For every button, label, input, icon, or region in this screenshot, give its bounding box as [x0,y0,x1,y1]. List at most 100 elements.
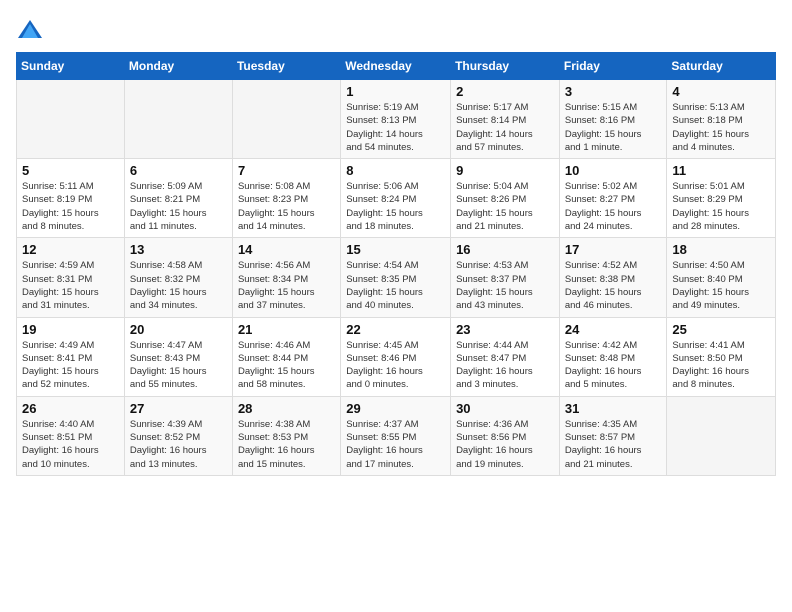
header-cell-saturday: Saturday [667,53,776,80]
header-cell-wednesday: Wednesday [341,53,451,80]
day-number: 8 [346,163,445,178]
day-detail: Sunrise: 4:49 AMSunset: 8:41 PMDaylight:… [22,339,119,392]
week-row-3: 12Sunrise: 4:59 AMSunset: 8:31 PMDayligh… [17,238,776,317]
day-number: 15 [346,242,445,257]
day-number: 13 [130,242,227,257]
day-cell: 11 Sunrise: 5:01 AMSunset: 8:29 PMDayligh… [667,159,776,238]
day-number: 29 [346,401,445,416]
day-cell: 8 Sunrise: 5:06 AMSunset: 8:24 PMDaylight… [341,159,451,238]
day-cell: 22 Sunrise: 4:45 AMSunset: 8:46 PMDayligh… [341,317,451,396]
day-detail: Sunrise: 4:52 AMSunset: 8:38 PMDaylight:… [565,259,662,312]
day-cell: 16 Sunrise: 4:53 AMSunset: 8:37 PMDayligh… [451,238,560,317]
day-cell: 1 Sunrise: 5:19 AMSunset: 8:13 PMDaylight… [341,80,451,159]
day-cell: 23Sunrise: 4:44 AMSunset: 8:47 PMDayligh… [451,317,560,396]
day-number: 1 [346,84,445,99]
day-cell: 6 Sunrise: 5:09 AMSunset: 8:21 PMDaylight… [124,159,232,238]
day-detail: Sunrise: 4:42 AMSunset: 8:48 PMDaylight:… [565,339,662,392]
day-cell: 18 Sunrise: 4:50 AMSunset: 8:40 PMDayligh… [667,238,776,317]
header-cell-monday: Monday [124,53,232,80]
day-cell [124,80,232,159]
day-detail: Sunrise: 4:45 AMSunset: 8:46 PMDaylight:… [346,339,445,392]
day-detail: Sunrise: 4:35 AMSunset: 8:57 PMDaylight:… [565,418,662,471]
day-detail: Sunrise: 4:39 AMSunset: 8:52 PMDaylight:… [130,418,227,471]
day-detail: Sunrise: 4:38 AMSunset: 8:53 PMDaylight:… [238,418,335,471]
day-detail: Sunrise: 5:06 AMSunset: 8:24 PMDaylight:… [346,180,445,233]
day-number: 22 [346,322,445,337]
day-number: 6 [130,163,227,178]
day-number: 18 [672,242,770,257]
day-cell: 15 Sunrise: 4:54 AMSunset: 8:35 PMDayligh… [341,238,451,317]
day-number: 16 [456,242,554,257]
day-detail: Sunrise: 4:50 AMSunset: 8:40 PMDaylight:… [672,259,770,312]
day-number: 28 [238,401,335,416]
day-cell: 4Sunrise: 5:13 AMSunset: 8:18 PMDaylight… [667,80,776,159]
day-detail: Sunrise: 5:17 AMSunset: 8:14 PMDaylight:… [456,101,554,154]
day-cell: 19 Sunrise: 4:49 AMSunset: 8:41 PMDayligh… [17,317,125,396]
day-number: 21 [238,322,335,337]
day-number: 4 [672,84,770,99]
day-cell: 20 Sunrise: 4:47 AMSunset: 8:43 PMDayligh… [124,317,232,396]
day-cell: 13 Sunrise: 4:58 AMSunset: 8:32 PMDayligh… [124,238,232,317]
logo-icon [16,16,44,44]
day-number: 24 [565,322,662,337]
day-detail: Sunrise: 4:47 AMSunset: 8:43 PMDaylight:… [130,339,227,392]
day-detail: Sunrise: 5:19 AMSunset: 8:13 PMDaylight:… [346,101,445,154]
day-number: 5 [22,163,119,178]
day-cell: 28 Sunrise: 4:38 AMSunset: 8:53 PMDayligh… [232,396,340,475]
day-detail: Sunrise: 5:01 AMSunset: 8:29 PMDaylight:… [672,180,770,233]
day-number: 11 [672,163,770,178]
day-detail: Sunrise: 5:02 AMSunset: 8:27 PMDaylight:… [565,180,662,233]
day-cell: 26Sunrise: 4:40 AMSunset: 8:51 PMDayligh… [17,396,125,475]
day-detail: Sunrise: 5:11 AMSunset: 8:19 PMDaylight:… [22,180,119,233]
day-number: 10 [565,163,662,178]
day-cell: 3 Sunrise: 5:15 AMSunset: 8:16 PMDaylight… [559,80,667,159]
day-cell: 12Sunrise: 4:59 AMSunset: 8:31 PMDayligh… [17,238,125,317]
week-row-2: 5 Sunrise: 5:11 AMSunset: 8:19 PMDaylight… [17,159,776,238]
day-detail: Sunrise: 5:15 AMSunset: 8:16 PMDaylight:… [565,101,662,154]
day-cell: 5 Sunrise: 5:11 AMSunset: 8:19 PMDaylight… [17,159,125,238]
day-detail: Sunrise: 4:46 AMSunset: 8:44 PMDaylight:… [238,339,335,392]
day-detail: Sunrise: 4:36 AMSunset: 8:56 PMDaylight:… [456,418,554,471]
day-detail: Sunrise: 4:58 AMSunset: 8:32 PMDaylight:… [130,259,227,312]
day-number: 2 [456,84,554,99]
day-cell: 24 Sunrise: 4:42 AMSunset: 8:48 PMDayligh… [559,317,667,396]
header-cell-thursday: Thursday [451,53,560,80]
day-cell [17,80,125,159]
day-cell: 30Sunrise: 4:36 AMSunset: 8:56 PMDayligh… [451,396,560,475]
day-cell [232,80,340,159]
week-row-1: 1 Sunrise: 5:19 AMSunset: 8:13 PMDaylight… [17,80,776,159]
day-detail: Sunrise: 4:56 AMSunset: 8:34 PMDaylight:… [238,259,335,312]
header-row: SundayMondayTuesdayWednesdayThursdayFrid… [17,53,776,80]
day-detail: Sunrise: 5:08 AMSunset: 8:23 PMDaylight:… [238,180,335,233]
day-cell: 27 Sunrise: 4:39 AMSunset: 8:52 PMDayligh… [124,396,232,475]
day-number: 9 [456,163,554,178]
week-row-4: 19 Sunrise: 4:49 AMSunset: 8:41 PMDayligh… [17,317,776,396]
day-cell [667,396,776,475]
day-number: 7 [238,163,335,178]
day-detail: Sunrise: 4:41 AMSunset: 8:50 PMDaylight:… [672,339,770,392]
day-cell: 10 Sunrise: 5:02 AMSunset: 8:27 PMDayligh… [559,159,667,238]
day-cell: 29Sunrise: 4:37 AMSunset: 8:55 PMDayligh… [341,396,451,475]
day-number: 14 [238,242,335,257]
header-cell-sunday: Sunday [17,53,125,80]
day-number: 17 [565,242,662,257]
day-number: 20 [130,322,227,337]
day-cell: 25Sunrise: 4:41 AMSunset: 8:50 PMDayligh… [667,317,776,396]
calendar-table: SundayMondayTuesdayWednesdayThursdayFrid… [16,52,776,476]
page-header [16,16,776,44]
day-number: 27 [130,401,227,416]
day-cell: 9 Sunrise: 5:04 AMSunset: 8:26 PMDaylight… [451,159,560,238]
day-detail: Sunrise: 4:54 AMSunset: 8:35 PMDaylight:… [346,259,445,312]
day-number: 3 [565,84,662,99]
day-detail: Sunrise: 5:04 AMSunset: 8:26 PMDaylight:… [456,180,554,233]
day-number: 23 [456,322,554,337]
day-cell: 31Sunrise: 4:35 AMSunset: 8:57 PMDayligh… [559,396,667,475]
day-cell: 21 Sunrise: 4:46 AMSunset: 8:44 PMDayligh… [232,317,340,396]
day-detail: Sunrise: 4:53 AMSunset: 8:37 PMDaylight:… [456,259,554,312]
day-number: 19 [22,322,119,337]
day-detail: Sunrise: 4:40 AMSunset: 8:51 PMDaylight:… [22,418,119,471]
day-detail: Sunrise: 5:09 AMSunset: 8:21 PMDaylight:… [130,180,227,233]
header-cell-tuesday: Tuesday [232,53,340,80]
day-cell: 7 Sunrise: 5:08 AMSunset: 8:23 PMDaylight… [232,159,340,238]
day-cell: 14 Sunrise: 4:56 AMSunset: 8:34 PMDayligh… [232,238,340,317]
